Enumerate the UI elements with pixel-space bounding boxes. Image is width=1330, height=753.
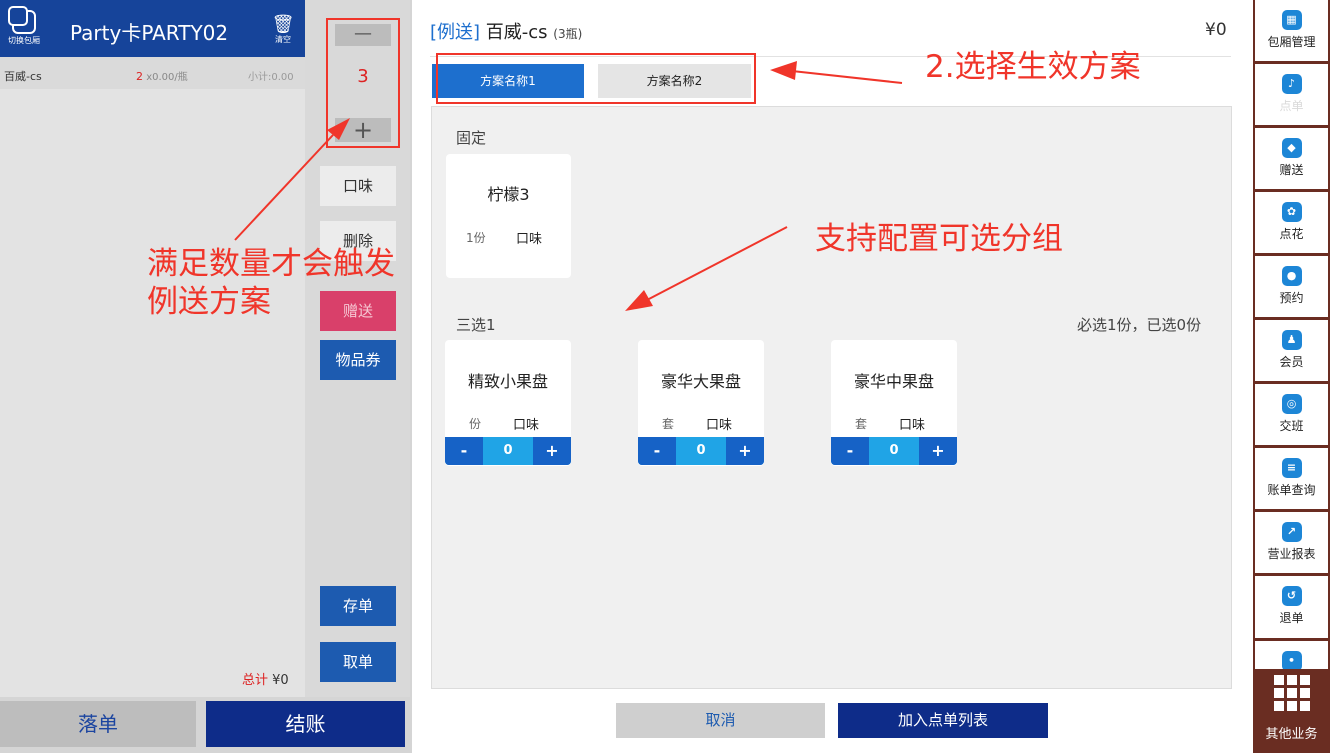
annotation-arrows — [234, 61, 903, 311]
arrow-groups — [646, 226, 788, 301]
arrow-tabs — [791, 70, 903, 84]
annotation-quantity-trigger: 满足数量才会触发例送方案 — [147, 246, 395, 320]
annotation-select-plan: 2.选择生效方案 — [925, 49, 1141, 85]
arrow-groups-head — [625, 290, 653, 311]
annotation-optional-groups: 支持配置可选分组 — [815, 221, 1063, 257]
arrow-tabs-head — [770, 61, 797, 80]
arrow-quantity — [234, 134, 334, 241]
